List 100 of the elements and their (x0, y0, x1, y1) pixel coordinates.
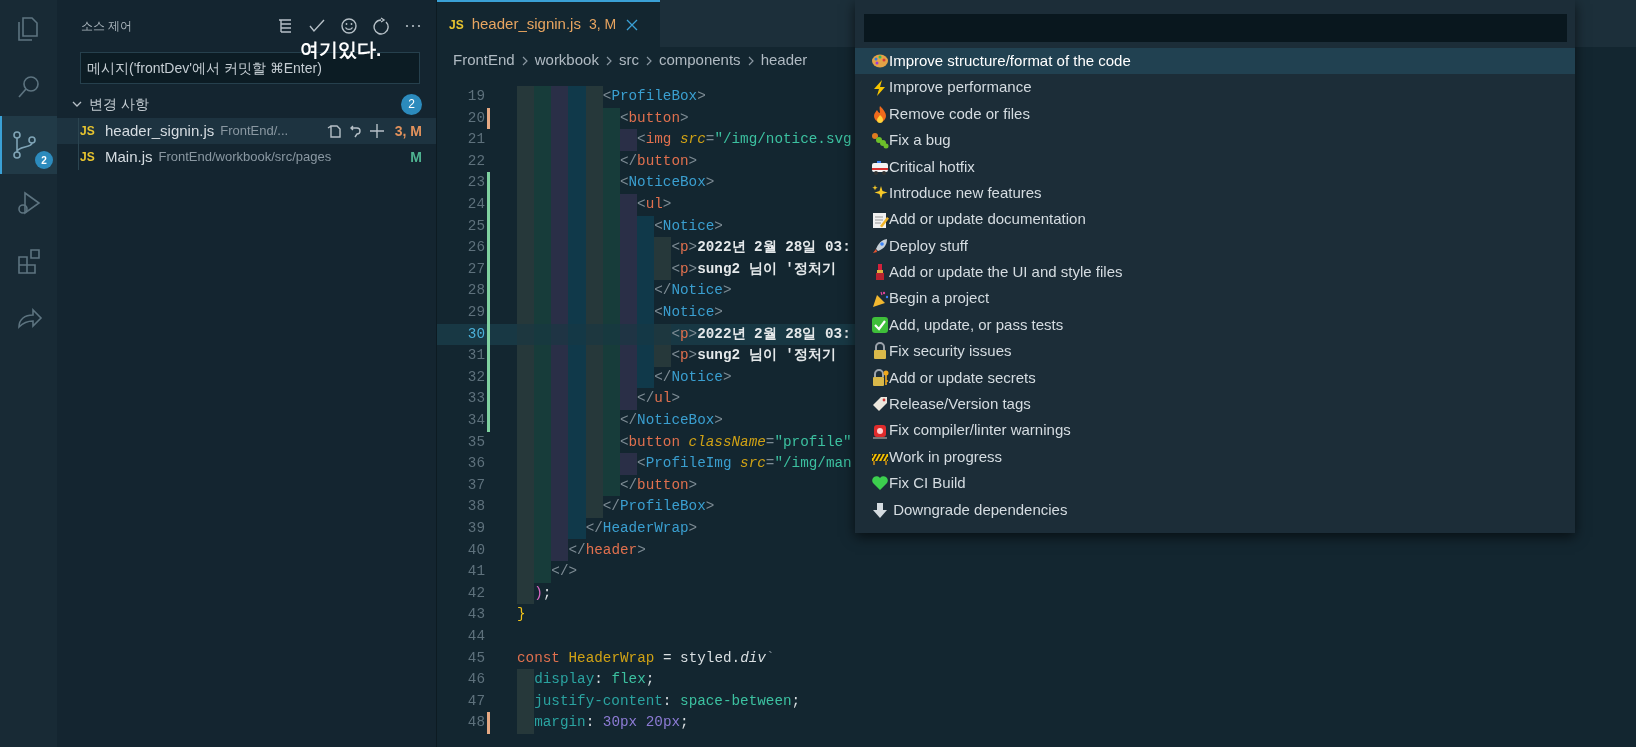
editor-tab[interactable]: JS header_signin.js 3, M (437, 0, 660, 47)
breadcrumb-item[interactable]: header (760, 49, 808, 72)
command-label: Release/Version tags (889, 394, 1031, 414)
command-item[interactable]: Begin a project (855, 285, 1575, 312)
code-line: <button> (619, 108, 689, 128)
panel-title: 소스 제어 (81, 18, 134, 35)
file-path: FrontEnd/... (220, 122, 290, 141)
file-row[interactable]: JS Main.js FrontEnd/workbook/src/pages M (57, 144, 436, 170)
command-item[interactable]: Critical hotfix (855, 153, 1575, 180)
code-line: <ProfileBox> (602, 87, 706, 107)
command-label: Deploy stuff (889, 235, 968, 256)
code-line: justify-content: space-between; (534, 691, 801, 711)
line-number: 19 (466, 87, 485, 107)
code-line: </button> (619, 151, 698, 171)
command-item[interactable]: Fix CI Build (855, 470, 1575, 497)
code-line: </button> (619, 475, 698, 495)
command-item[interactable]: Add or update secrets (855, 364, 1575, 392)
command-item[interactable]: Improve performance (855, 74, 1575, 101)
breadcrumb-item[interactable]: workbook (534, 49, 599, 72)
breadcrumb-item[interactable]: FrontEnd (453, 49, 515, 72)
code-line: margin: 30px 20px; (534, 713, 689, 733)
command-label: Add or update secrets (889, 367, 1036, 388)
command-item[interactable]: Fix compiler/linter warnings (855, 417, 1575, 444)
file-status: 3, M (394, 121, 422, 141)
file-name: header_signin.js (105, 120, 215, 141)
code-line: <button className="profile" (619, 432, 852, 452)
line-number: 24 (466, 195, 485, 215)
command-item[interactable]: Work in progress (855, 443, 1575, 471)
code-line: </ul> (637, 389, 681, 409)
command-label: Introduce new features (889, 182, 1042, 203)
command-item[interactable]: Release/Version tags (855, 391, 1575, 418)
command-label: Begin a project (889, 288, 990, 309)
command-label: Work in progress (889, 446, 1003, 467)
section-label: 변경 사항 (89, 94, 150, 114)
line-number: 45 (466, 648, 485, 668)
breadcrumb-item[interactable]: src (618, 49, 639, 72)
file-status: M (410, 147, 422, 167)
command-label: Remove code or files (889, 103, 1030, 124)
command-label: Critical hotfix (889, 156, 975, 177)
line-number: 44 (466, 626, 485, 646)
line-number: 32 (466, 367, 485, 387)
command-item[interactable]: Add or update the UI and style files (855, 259, 1575, 286)
line-number: 47 (466, 691, 485, 711)
tab-label: header_signin.js (471, 14, 581, 35)
code-line: <Notice> (654, 303, 723, 322)
code-line: <NoticeBox> (619, 173, 715, 193)
command-item[interactable]: Remove code or files (855, 100, 1575, 128)
line-number: 38 (466, 497, 485, 517)
code-line: <ProfileImg src="/img/man (637, 454, 852, 474)
code-line: </HeaderWrap> (585, 518, 698, 538)
line-number: 27 (466, 259, 485, 279)
line-number: 37 (466, 475, 485, 495)
line-number: 41 (466, 562, 485, 582)
line-number: 42 (466, 583, 485, 603)
line-number: 46 (466, 670, 485, 690)
count-badge: 2 (401, 93, 422, 115)
command-label: Improve performance (889, 77, 1032, 98)
changes-header[interactable]: 변경 사항 2 (57, 90, 436, 118)
line-number: 39 (466, 518, 485, 538)
line-number: 30 (466, 324, 485, 344)
code-line: </Notice> (654, 367, 732, 387)
command-label: Add or update documentation (889, 209, 1086, 230)
line-number: 34 (466, 411, 485, 430)
code-line: <img src="/img/notice.svg (637, 130, 852, 150)
file-type-label: JS (449, 16, 464, 34)
code-line: <Notice> (654, 216, 723, 236)
code-line: const HeaderWrap = styled.div` (517, 648, 775, 668)
line-number: 23 (466, 173, 485, 193)
file-name: Main.js (105, 146, 153, 167)
line-number: 35 (466, 432, 485, 452)
line-number: 21 (466, 130, 485, 150)
code-line: </ProfileBox> (602, 497, 715, 517)
line-number: 36 (466, 454, 485, 474)
line-number: 43 (466, 605, 485, 625)
command-label: Add, update, or pass tests (889, 314, 1064, 335)
tab-status: 3, M (588, 15, 617, 34)
code-line: <p>2022년 2월 28일 03: (671, 324, 851, 344)
line-number: 22 (466, 151, 485, 171)
command-item[interactable]: Add, update, or pass tests (855, 311, 1575, 339)
line-number: 31 (466, 346, 485, 366)
command-label: Add or update the UI and style files (889, 262, 1123, 283)
command-item[interactable]: Improve structure/format of the code (855, 48, 1575, 75)
code-line: </> (551, 562, 578, 582)
command-item[interactable]: Downgrade dependencies (855, 496, 1575, 524)
breadcrumb-item[interactable]: components (658, 49, 741, 72)
count-badge: 2 (35, 151, 53, 169)
command-item[interactable]: Fix a bug (855, 127, 1575, 154)
file-row[interactable]: JS header_signin.js FrontEnd/... 3, M (57, 118, 436, 144)
command-item[interactable]: Add or update documentation (855, 206, 1575, 233)
code-line: ); (534, 583, 552, 603)
command-label: Fix compiler/linter warnings (889, 420, 1071, 441)
command-label: Improve structure/format of the code (889, 50, 1131, 71)
code-line: <p>sung2 님이 '정처기 (671, 259, 836, 279)
command-item[interactable]: Fix security issues (855, 338, 1575, 365)
command-item[interactable]: Introduce new features (855, 179, 1575, 207)
command-label: Downgrade dependencies (892, 499, 1068, 520)
line-number: 33 (466, 389, 485, 409)
code-line: display: flex; (534, 670, 655, 690)
command-item[interactable]: Deploy stuff (855, 232, 1575, 260)
line-number: 25 (466, 216, 485, 236)
